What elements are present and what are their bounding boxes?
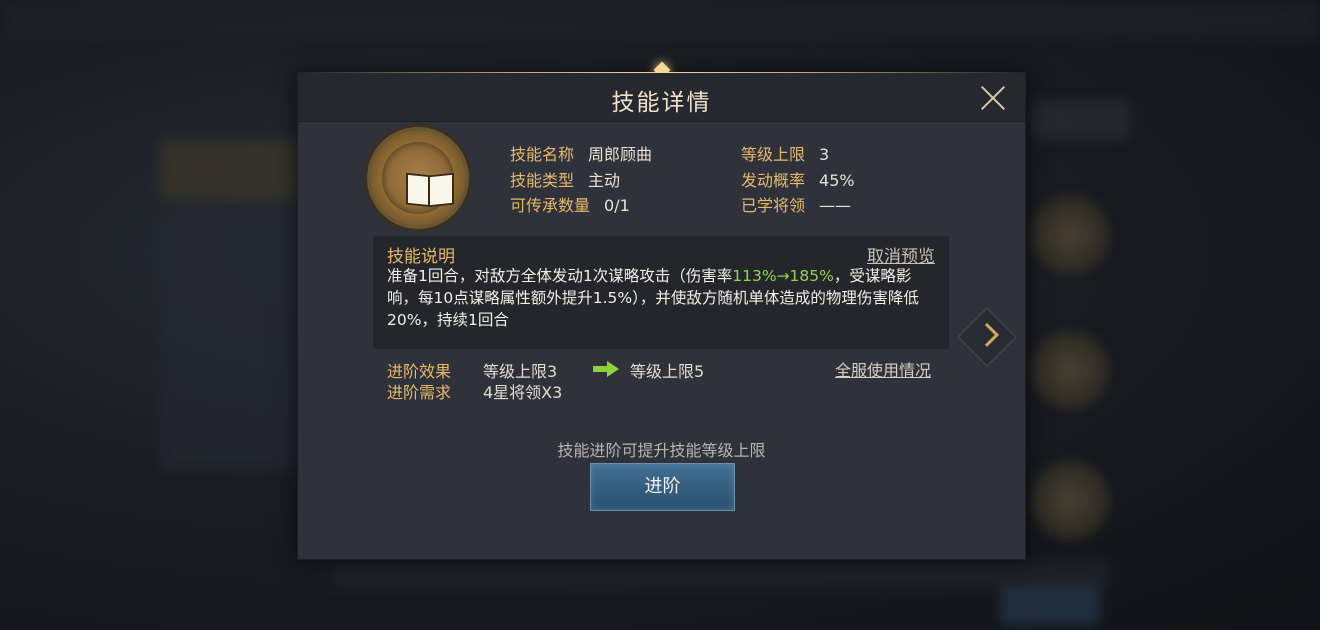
inherit-count-row: 可传承数量 0/1 [510, 192, 630, 216]
skill-name-label: 技能名称 [510, 145, 575, 164]
chevron-right-icon [974, 322, 1000, 347]
skill-emblem [370, 130, 466, 226]
inherit-count-label: 可传承数量 [510, 196, 591, 215]
level-cap-value: 3 [819, 145, 830, 164]
cancel-preview-link[interactable]: 取消预览 [867, 242, 935, 267]
damage-rate-highlight: 113%→185% [732, 267, 834, 285]
skill-type-row: 技能类型 主动 [510, 167, 620, 191]
next-skill-button[interactable] [957, 307, 1017, 367]
server-usage-link[interactable]: 全服使用情况 [835, 357, 931, 381]
skill-name-row: 技能名称 周郎顾曲 [510, 141, 652, 165]
description-text: 准备1回合，对敌方全体发动1次谋略攻击（伤害率113%→185%，受谋略影响，每… [387, 267, 919, 329]
learned-generals-value: —— [819, 196, 852, 215]
dialog-title: 技能详情 [611, 90, 712, 116]
advance-require-value: 4星将领X3 [483, 383, 563, 402]
close-icon[interactable] [979, 84, 1007, 112]
trigger-rate-row: 发动概率 45% [741, 167, 855, 191]
skill-description-panel: 技能说明 取消预览 准备1回合，对敌方全体发动1次谋略攻击（伤害率113%→18… [373, 236, 949, 349]
advance-require-label: 进阶需求 [387, 383, 452, 402]
trigger-rate-value: 45% [819, 171, 855, 190]
level-cap-row: 等级上限 3 [741, 141, 829, 165]
advance-hint: 技能进阶可提升技能等级上限 [557, 441, 766, 460]
arrow-right-icon [593, 361, 619, 377]
book-icon [406, 172, 454, 208]
learned-generals-row: 已学将领 —— [741, 192, 851, 216]
dialog-header: 技能详情 [298, 73, 1025, 122]
learned-generals-label: 已学将领 [741, 196, 806, 215]
skill-detail-dialog: 技能详情 技能名称 周郎顾曲 技能类型 主动 可传承数量 0/1 等级上限 3 发动概率… [297, 61, 1026, 560]
level-cap-label: 等级上限 [741, 145, 806, 164]
trigger-rate-label: 发动概率 [741, 171, 806, 190]
skill-type-value: 主动 [588, 171, 621, 190]
description-heading: 技能说明 [387, 247, 455, 267]
skill-name-value: 周郎顾曲 [588, 145, 653, 164]
advance-effect-to: 等级上限5 [630, 362, 705, 381]
inherit-count-value: 0/1 [604, 196, 630, 215]
skill-type-label: 技能类型 [510, 171, 575, 190]
advance-button[interactable]: 进阶 [590, 463, 735, 511]
